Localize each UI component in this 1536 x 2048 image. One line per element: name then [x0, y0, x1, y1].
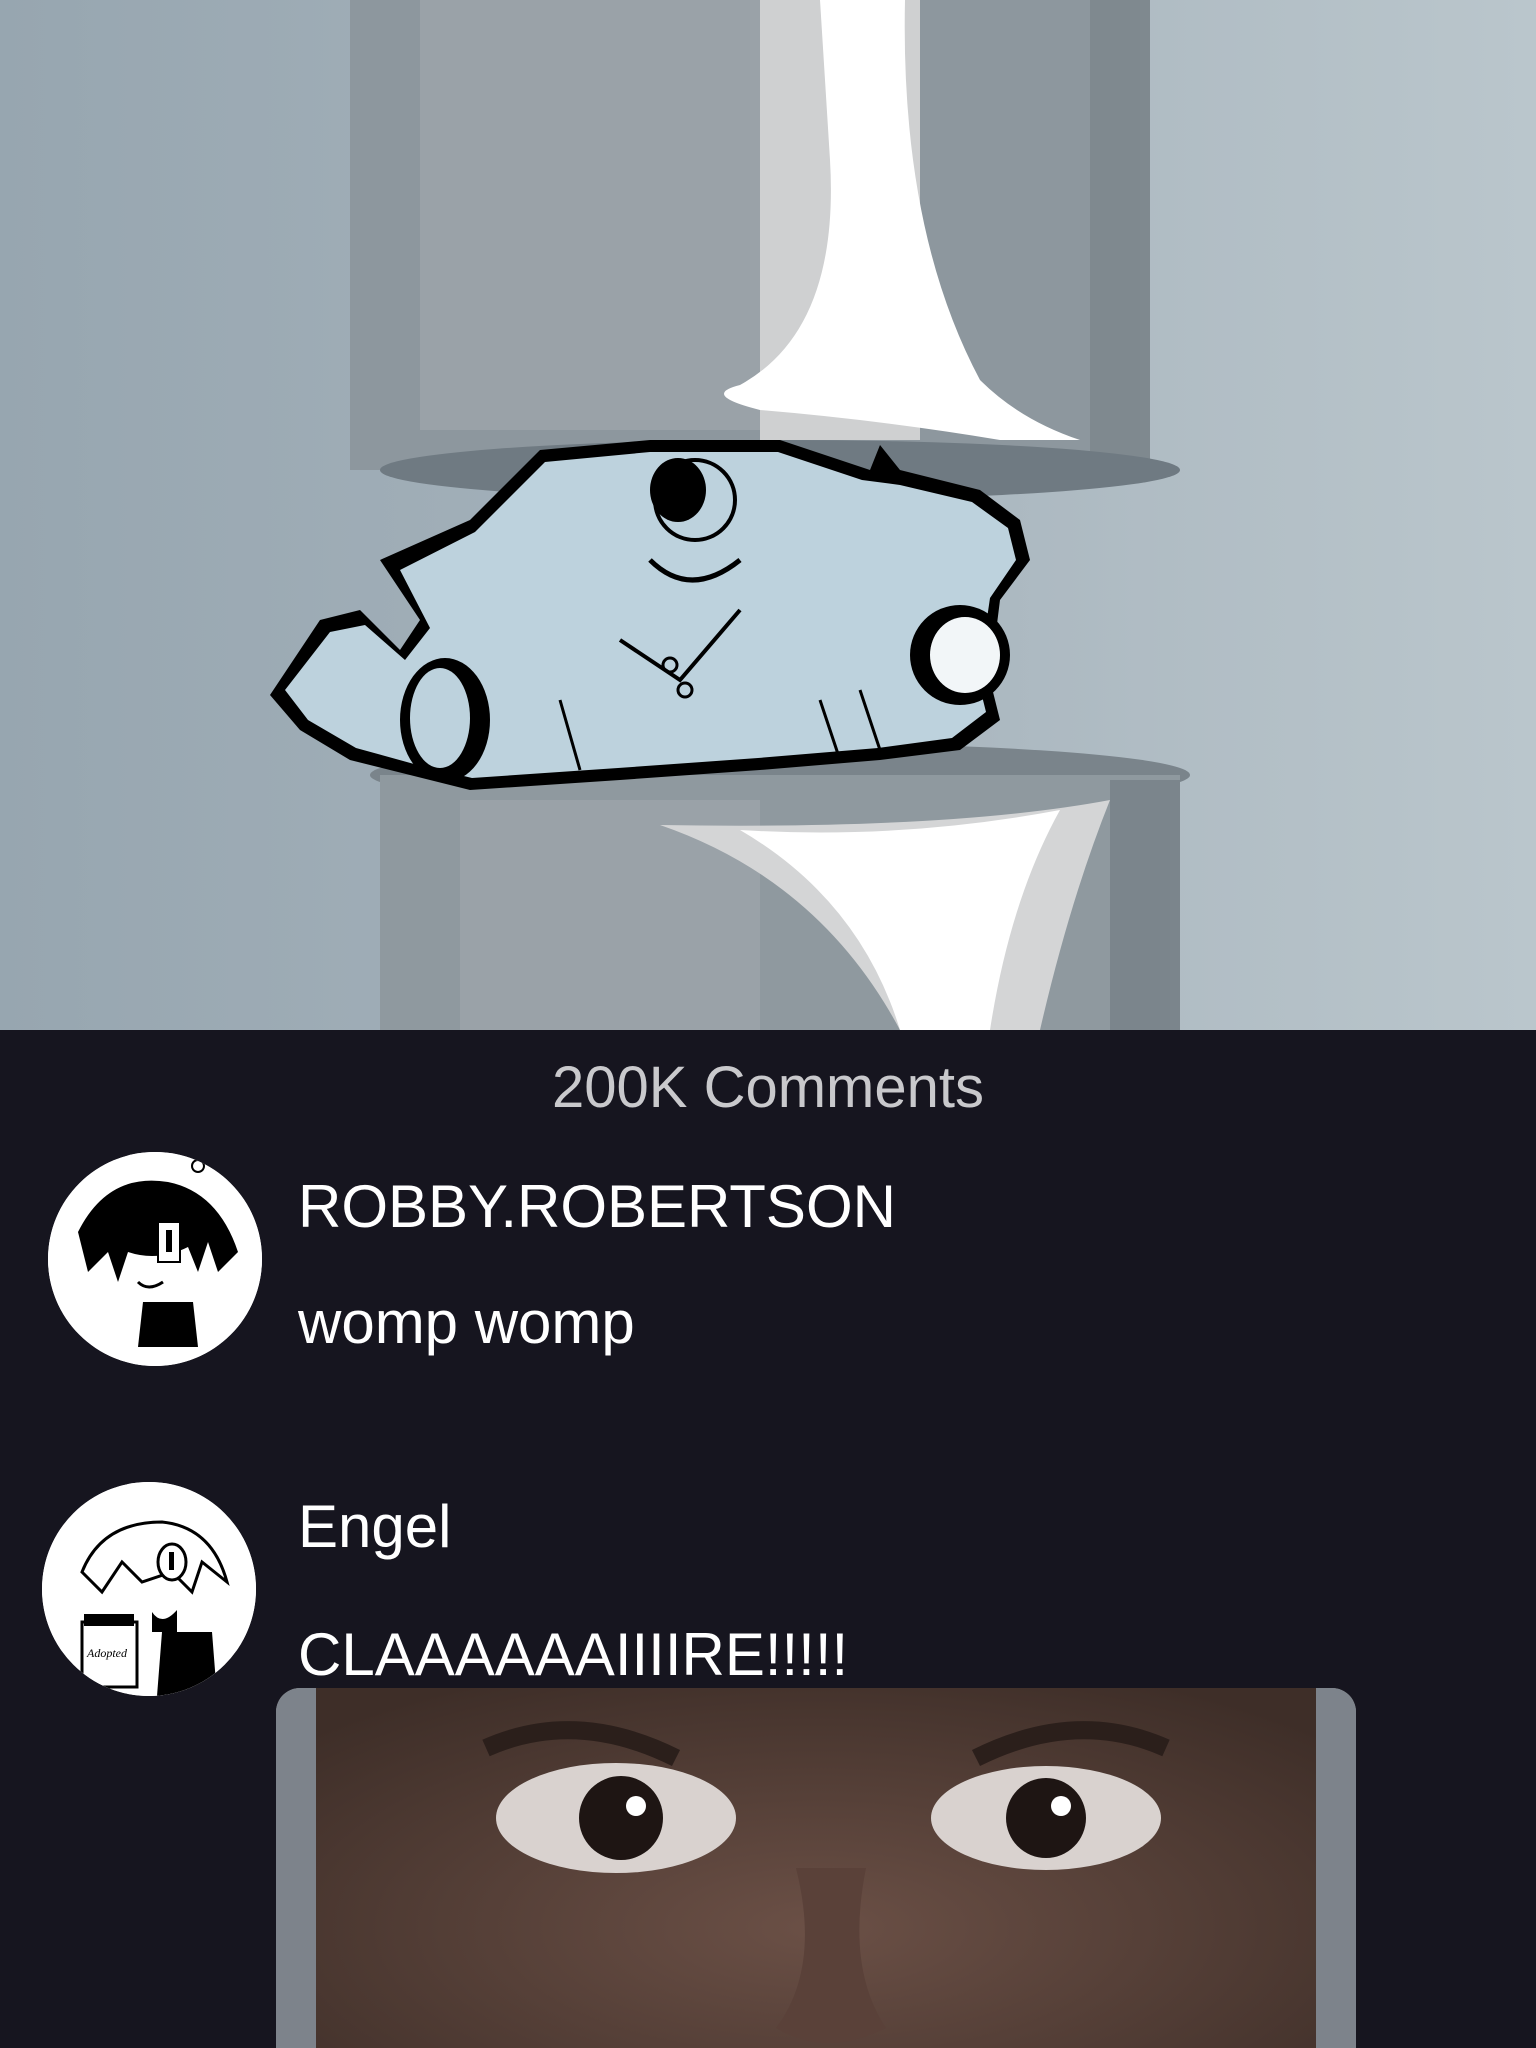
- comment-item: ROBBY.ROBERTSON womp womp: [0, 1120, 1536, 1400]
- reaction-image[interactable]: [276, 1688, 1356, 2048]
- wide-eyed-face-photo: [276, 1688, 1356, 2048]
- squished-character-illustration: [0, 0, 1536, 1030]
- commenter-avatar[interactable]: Adopted: [42, 1482, 256, 1696]
- commenter-avatar[interactable]: [48, 1152, 262, 1366]
- comment-item: Adopted Engel CLAAAAAAIIIIRE!!!!!: [0, 1450, 1536, 1700]
- comment-text: womp womp: [298, 1289, 635, 1356]
- comments-count: 200K Comments: [552, 1055, 984, 1120]
- avatar-drawing: [48, 1152, 262, 1366]
- comment-text: CLAAAAAAIIIIRE!!!!!: [298, 1621, 849, 1688]
- avatar-drawing: Adopted: [42, 1482, 256, 1696]
- avatar-jar-label: Adopted: [86, 1646, 128, 1660]
- commenter-username[interactable]: ROBBY.ROBERTSON: [298, 1172, 896, 1241]
- post-image: [0, 0, 1536, 1030]
- comments-panel: 200K Comments ROBBY.ROBERTSON womp womp: [0, 1030, 1536, 2048]
- commenter-username[interactable]: Engel: [298, 1492, 451, 1561]
